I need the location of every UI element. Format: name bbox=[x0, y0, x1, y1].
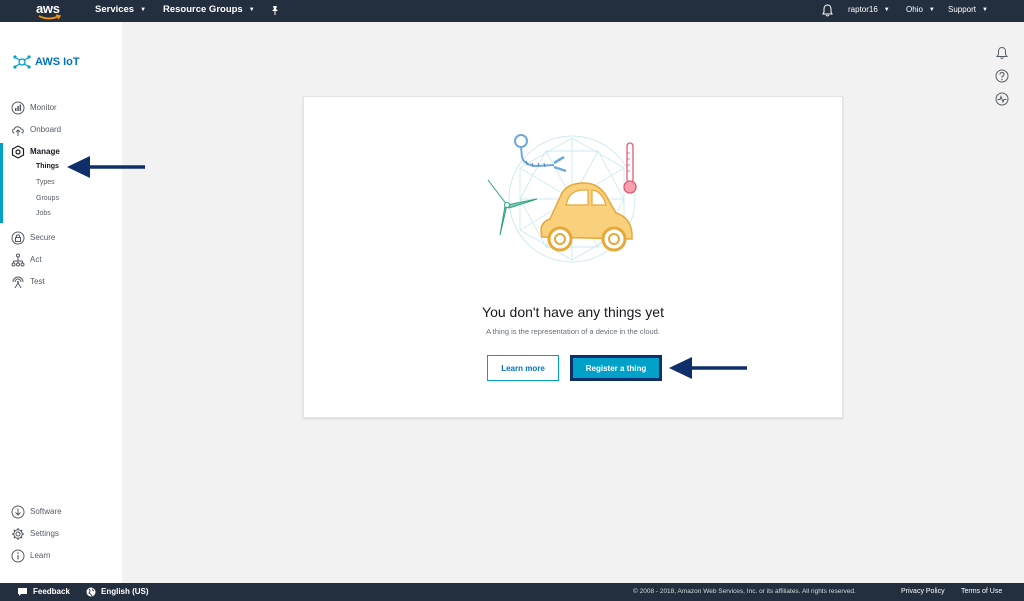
lock-icon bbox=[11, 231, 25, 245]
footer: Feedback English (US) © 2008 - 2018, Ama… bbox=[0, 583, 1024, 601]
iot-illustration bbox=[487, 134, 637, 263]
region-label: Ohio bbox=[906, 5, 923, 14]
feedback-label: Feedback bbox=[33, 587, 70, 596]
monitor-icon bbox=[11, 101, 25, 115]
sidebar-subitem-groups[interactable]: Groups bbox=[36, 195, 59, 202]
aws-iot-brand[interactable]: AWS IoT bbox=[12, 53, 112, 71]
annotation-arrow-things bbox=[67, 156, 145, 178]
annotation-arrow-register bbox=[669, 357, 747, 379]
chevron-down-icon: ▼ bbox=[928, 7, 935, 13]
sidebar-item-monitor[interactable]: Monitor bbox=[11, 101, 111, 115]
sidebar-item-settings[interactable]: Settings bbox=[11, 527, 111, 541]
sidebar-item-software[interactable]: Software bbox=[11, 505, 111, 519]
manage-icon bbox=[11, 145, 25, 159]
help-icon[interactable] bbox=[995, 69, 1009, 83]
support-label: Support bbox=[948, 5, 977, 14]
privacy-policy-link[interactable]: Privacy Policy bbox=[901, 588, 945, 595]
empty-state-card: You don't have any things yet A thing is… bbox=[303, 96, 843, 418]
download-icon bbox=[11, 505, 25, 519]
info-icon bbox=[11, 549, 25, 563]
cloud-upload-icon bbox=[12, 126, 24, 136]
empty-state-title: You don't have any things yet bbox=[482, 304, 664, 320]
resource-groups-menu[interactable]: Resource Groups ▼ bbox=[163, 4, 255, 15]
sidebar-subitem-types[interactable]: Types bbox=[36, 179, 55, 186]
resource-groups-label: Resource Groups bbox=[163, 4, 243, 15]
chevron-down-icon: ▼ bbox=[248, 7, 255, 13]
globe-icon bbox=[86, 587, 96, 597]
sidebar-item-label: Manage bbox=[30, 147, 60, 156]
sidebar-item-label: Software bbox=[30, 507, 62, 516]
sidebar-item-act[interactable]: Act bbox=[11, 253, 111, 267]
sidebar-item-label: Learn bbox=[30, 551, 51, 560]
sidebar-item-label: Test bbox=[30, 277, 45, 286]
sidebar-item-secure[interactable]: Secure bbox=[11, 231, 111, 245]
chevron-down-icon: ▼ bbox=[982, 7, 988, 13]
active-section-indicator bbox=[0, 143, 3, 223]
act-icon bbox=[11, 253, 25, 267]
top-navigation-bar: aws Services ▼ Resource Groups ▼ raptor16 ▼… bbox=[0, 0, 1024, 22]
user-label: raptor16 bbox=[848, 5, 878, 14]
aws-logo[interactable]: aws bbox=[36, 1, 64, 20]
services-label: Services bbox=[95, 4, 135, 15]
sidebar-item-onboard[interactable]: Onboard bbox=[11, 123, 111, 137]
sidebar-item-test[interactable]: Test bbox=[11, 275, 111, 289]
services-menu[interactable]: Services ▼ bbox=[95, 4, 146, 15]
bell-icon[interactable] bbox=[995, 46, 1009, 60]
sidebar-item-label: Onboard bbox=[30, 125, 62, 134]
copyright-text: © 2008 - 2018, Amazon Web Services, Inc.… bbox=[633, 588, 856, 595]
empty-state-subtitle: A thing is the representation of a devic… bbox=[486, 327, 660, 336]
brand-title: AWS IoT bbox=[35, 56, 80, 68]
sidebar-item-label: Act bbox=[30, 255, 42, 264]
learn-more-button[interactable]: Learn more bbox=[487, 355, 559, 381]
speech-bubble-icon bbox=[18, 588, 27, 596]
sidebar-item-label: Settings bbox=[30, 529, 59, 538]
sidebar-subitem-jobs[interactable]: Jobs bbox=[36, 210, 51, 217]
chevron-down-icon: ▼ bbox=[140, 7, 147, 13]
sidebar-item-label: Monitor bbox=[30, 103, 57, 112]
sidebar-subitem-things[interactable]: Things bbox=[36, 163, 59, 170]
test-icon bbox=[12, 276, 24, 289]
chevron-down-icon: ▼ bbox=[883, 7, 890, 13]
sidebar-item-label: Secure bbox=[30, 233, 56, 242]
register-thing-label: Register a thing bbox=[573, 358, 659, 378]
terms-of-use-link[interactable]: Terms of Use bbox=[961, 588, 1002, 595]
support-menu[interactable]: Support ▼ bbox=[948, 5, 988, 14]
activity-icon[interactable] bbox=[995, 92, 1009, 106]
iot-logo-icon bbox=[13, 55, 31, 69]
sidebar: AWS IoT Monitor Onboard Manage Things Ty… bbox=[0, 22, 122, 583]
pin-icon[interactable] bbox=[270, 5, 280, 16]
user-menu[interactable]: raptor16 ▼ bbox=[848, 5, 890, 14]
gear-icon bbox=[12, 528, 24, 540]
bell-icon[interactable] bbox=[822, 4, 833, 17]
aws-smile-icon bbox=[38, 14, 62, 20]
region-menu[interactable]: Ohio ▼ bbox=[906, 5, 935, 14]
language-label: English (US) bbox=[101, 587, 149, 596]
register-thing-button[interactable]: Register a thing bbox=[570, 355, 662, 381]
sidebar-item-learn[interactable]: Learn bbox=[11, 549, 111, 563]
